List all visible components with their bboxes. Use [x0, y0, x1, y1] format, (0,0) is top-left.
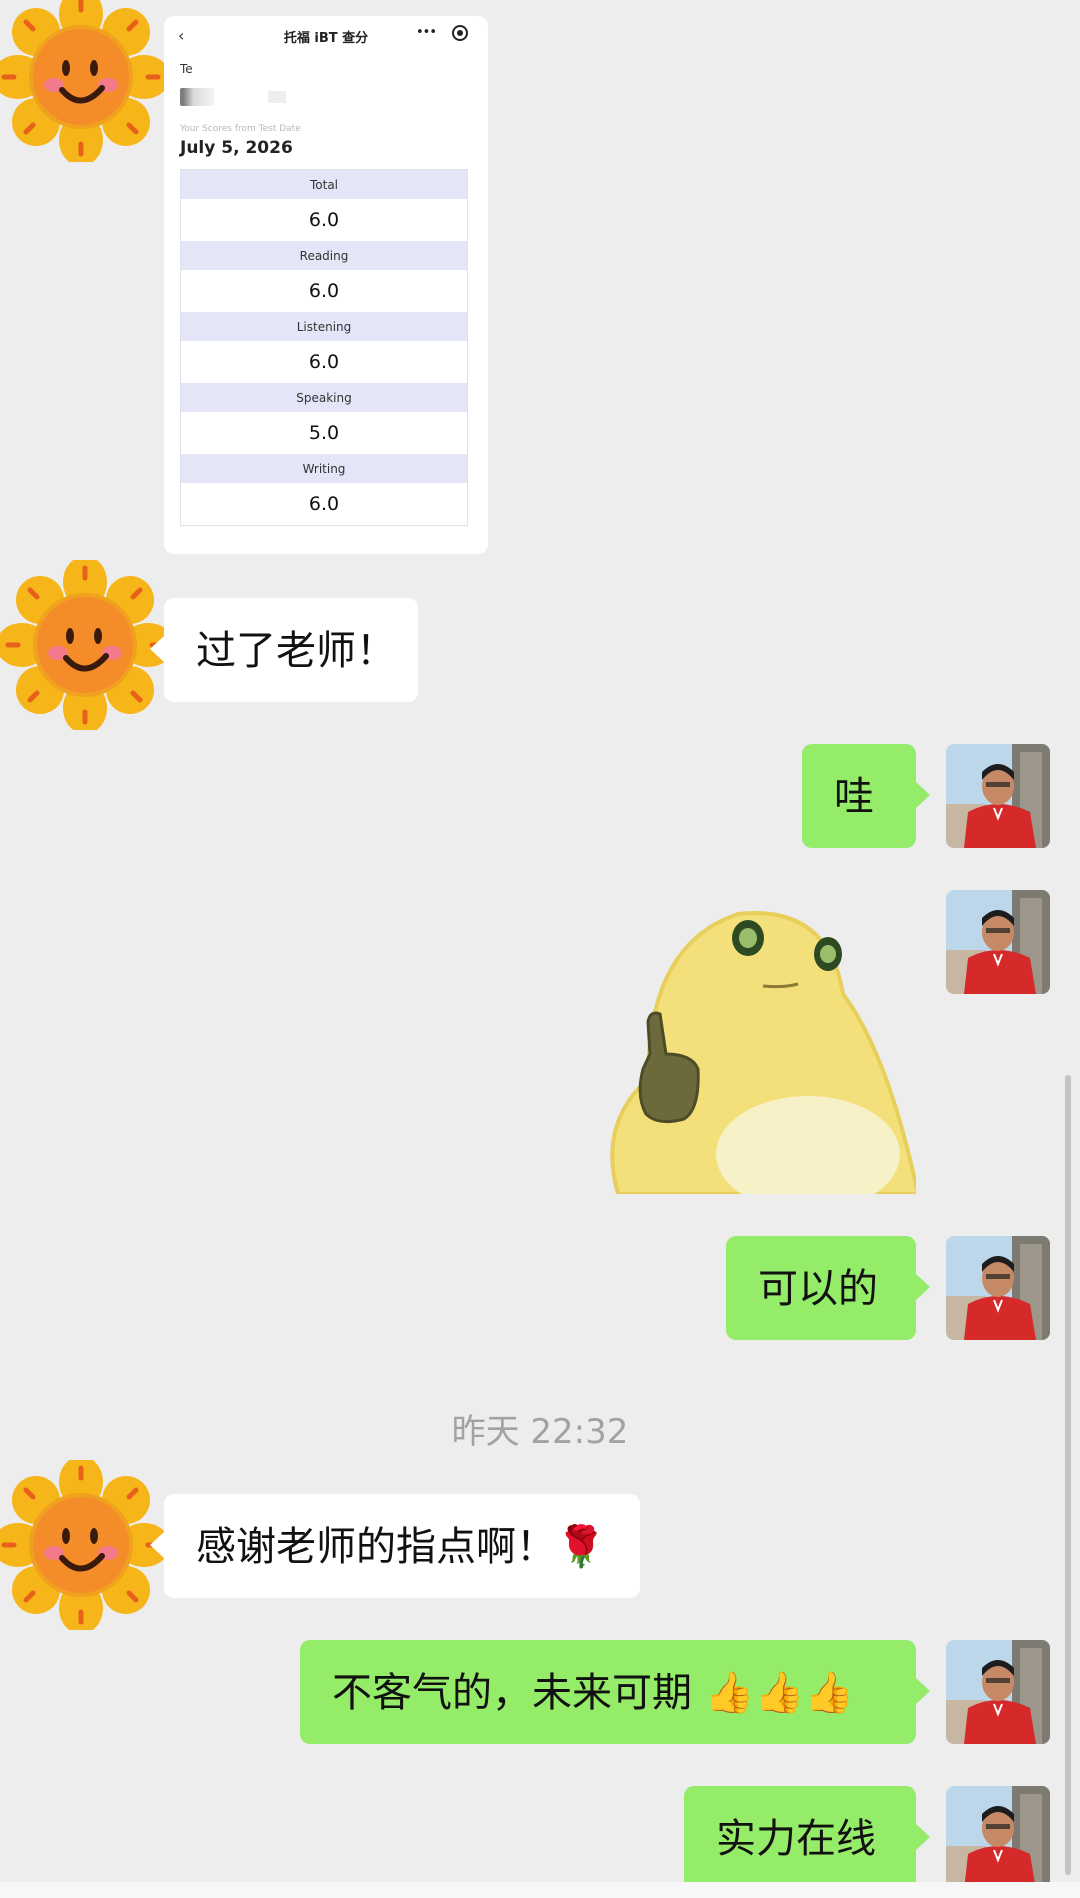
- target-icon: [452, 25, 468, 41]
- card-header: ‹ 托福 iBT 查分 •••: [164, 16, 488, 56]
- friend-avatar[interactable]: [0, 560, 170, 730]
- message-bubble[interactable]: 可以的: [726, 1236, 930, 1340]
- score-value: 6.0: [181, 341, 467, 383]
- message-timestamp: 昨天 22:32: [451, 1412, 629, 1452]
- scrollbar[interactable]: [1065, 1075, 1071, 1875]
- score-value: 6.0: [181, 199, 467, 241]
- score-label: Speaking: [181, 383, 467, 412]
- bottom-edge: [0, 1882, 1080, 1898]
- card-name-text: Te: [180, 62, 193, 76]
- card-title: 托福 iBT 查分: [283, 31, 369, 46]
- friend-avatar[interactable]: [0, 0, 166, 162]
- score-screenshot-image[interactable]: ‹ 托福 iBT 查分 ••• Te Your Scores from Test…: [164, 16, 488, 554]
- score-label: Total: [181, 170, 467, 199]
- more-dots-icon: •••: [415, 25, 437, 40]
- message-bubble[interactable]: 过了老师！: [150, 598, 418, 702]
- thumbs-up-creature-sticker[interactable]: [588, 904, 916, 1194]
- score-value: 5.0: [181, 412, 467, 454]
- my-avatar[interactable]: [946, 890, 1050, 994]
- message-bubble[interactable]: 哇: [802, 744, 930, 848]
- friend-avatar[interactable]: [0, 1460, 166, 1630]
- score-label: Reading: [181, 241, 467, 270]
- blurred-name-2: [268, 91, 286, 103]
- scores-from-label: Your Scores from Test Date: [180, 124, 301, 134]
- blurred-name: [180, 88, 214, 106]
- score-value: 6.0: [181, 483, 467, 525]
- score-label: Writing: [181, 454, 467, 483]
- test-date: July 5, 2026: [180, 138, 293, 158]
- score-value: 6.0: [181, 270, 467, 312]
- message-bubble[interactable]: 实力在线: [684, 1786, 930, 1890]
- my-avatar[interactable]: [946, 1786, 1050, 1890]
- message-bubble[interactable]: 感谢老师的指点啊！🌹: [150, 1494, 640, 1598]
- my-avatar[interactable]: [946, 1236, 1050, 1340]
- my-avatar[interactable]: [946, 1640, 1050, 1744]
- score-label: Listening: [181, 312, 467, 341]
- my-avatar[interactable]: [946, 744, 1050, 848]
- message-bubble[interactable]: 不客气的，未来可期 👍👍👍: [300, 1640, 930, 1744]
- score-table: Total 6.0 Reading 6.0 Listening 6.0 Spea…: [180, 169, 468, 526]
